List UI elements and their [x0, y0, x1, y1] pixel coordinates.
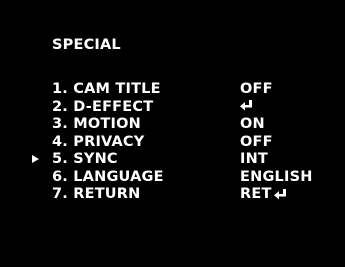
- menu-item-label: 6. LANGUAGE: [52, 168, 164, 185]
- menu-list: 1. CAM TITLE OFF 2. D-EFFECT 3. MOTION O…: [0, 82, 345, 205]
- menu-item-d-effect[interactable]: 2. D-EFFECT: [0, 98, 345, 118]
- menu-item-value[interactable]: [240, 99, 254, 111]
- menu-item-label: 5. SYNC: [52, 151, 118, 167]
- enter-icon: [240, 99, 254, 111]
- menu-item-return[interactable]: 7. RETURN RET: [0, 187, 345, 205]
- menu-item-value[interactable]: ENGLISH: [240, 168, 313, 185]
- menu-item-label: 4. PRIVACY: [52, 133, 145, 150]
- menu-item-value[interactable]: OFF: [240, 82, 273, 97]
- menu-item-value[interactable]: INT: [240, 152, 268, 167]
- value-text: INT: [240, 151, 269, 167]
- menu-item-privacy[interactable]: 4. PRIVACY OFF: [0, 133, 345, 153]
- selection-cursor-icon: [32, 155, 39, 163]
- menu-title: SPECIAL: [52, 37, 121, 53]
- value-text: ON: [240, 116, 265, 132]
- menu-item-cam-title[interactable]: 1. CAM TITLE OFF: [0, 82, 345, 100]
- menu-item-sync[interactable]: 5. SYNC INT: [0, 152, 345, 170]
- menu-item-value[interactable]: RET: [240, 187, 288, 202]
- menu-item-value[interactable]: OFF: [240, 133, 273, 150]
- menu-item-label: 7. RETURN: [52, 186, 141, 202]
- value-text: OFF: [240, 133, 273, 150]
- osd-menu-screen: SPECIAL 1. CAM TITLE OFF 2. D-EFFECT 3. …: [0, 0, 345, 267]
- value-text: RET: [240, 186, 272, 202]
- menu-item-label: 2. D-EFFECT: [52, 98, 154, 115]
- menu-item-value[interactable]: ON: [240, 117, 265, 132]
- value-text: OFF: [240, 81, 273, 97]
- menu-item-language[interactable]: 6. LANGUAGE ENGLISH: [0, 168, 345, 188]
- value-text: ENGLISH: [240, 168, 313, 185]
- menu-item-label: 3. MOTION: [52, 116, 141, 132]
- enter-icon: [273, 188, 288, 200]
- menu-item-label: 1. CAM TITLE: [52, 81, 161, 97]
- menu-item-motion[interactable]: 3. MOTION ON: [0, 117, 345, 135]
